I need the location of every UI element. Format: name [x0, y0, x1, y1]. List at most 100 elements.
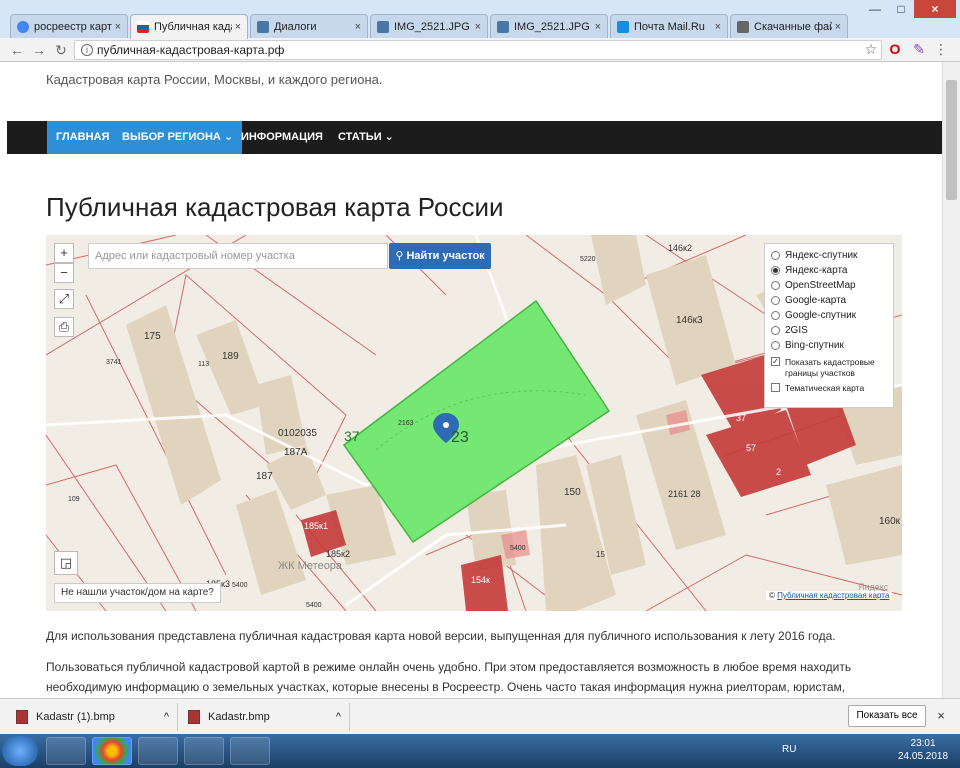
back-button[interactable]: ←: [8, 41, 26, 59]
page-scrollbar[interactable]: [942, 62, 960, 698]
svg-text:5400: 5400: [232, 582, 248, 589]
page-title: Публичная кадастровая карта России: [46, 192, 504, 222]
minimize-button[interactable]: —: [862, 0, 888, 18]
zoom-out-button[interactable]: −: [54, 263, 74, 283]
svg-text:150: 150: [564, 487, 581, 498]
layer-option[interactable]: Google-карта: [771, 293, 887, 308]
language-indicator[interactable]: RU: [782, 744, 796, 755]
nav-articles[interactable]: СТАТЬИ ⌄: [329, 121, 403, 154]
vk-icon: [257, 20, 269, 33]
tab-strip: росреестр карты × Публичная кадаст × Диа…: [0, 14, 860, 39]
svg-text:2161 28: 2161 28: [668, 489, 701, 499]
explorer-icon[interactable]: [46, 737, 86, 765]
svg-text:2163: 2163: [398, 420, 414, 427]
system-tray: RU 23:01 24.05.2018: [776, 734, 960, 768]
nav-home[interactable]: ГЛАВНАЯ: [47, 121, 119, 154]
show-borders-checkbox[interactable]: ✓ Показать кадастровые границы участков: [771, 357, 887, 379]
vk-icon: [497, 20, 509, 33]
close-icon[interactable]: ×: [595, 21, 601, 33]
chrome-icon[interactable]: [92, 737, 132, 765]
tab-dialogi[interactable]: Диалоги ×: [250, 14, 368, 38]
zoom-in-button[interactable]: +: [54, 243, 74, 263]
chevron-up-icon[interactable]: ^: [164, 711, 169, 723]
not-found-button[interactable]: Не нашли участок/дом на карте?: [54, 583, 221, 603]
body-paragraph: Пользоваться публичной кадастровой карто…: [46, 660, 852, 694]
radio-icon: [771, 311, 780, 320]
tab-rosreestr[interactable]: росреестр карты ×: [10, 14, 128, 38]
maximize-button[interactable]: □: [888, 0, 914, 18]
svg-text:109: 109: [68, 496, 80, 503]
svg-text:189: 189: [222, 351, 239, 362]
thematic-map-checkbox[interactable]: Тематическая карта: [771, 383, 887, 394]
scroll-thumb[interactable]: [946, 80, 957, 200]
close-window-button[interactable]: ×: [914, 0, 956, 18]
bmp-file-icon: [188, 710, 200, 724]
tab-mail[interactable]: Почта Mail.Ru ×: [610, 14, 728, 38]
svg-text:2: 2: [776, 467, 781, 477]
svg-text:185к2: 185к2: [326, 549, 350, 559]
tab-img1[interactable]: IMG_2521.JPG ×: [370, 14, 488, 38]
tab-downloads[interactable]: Скачанные файлы ×: [730, 14, 848, 38]
layer-option[interactable]: Bing-спутник: [771, 338, 887, 353]
print-icon[interactable]: ⎙: [54, 317, 74, 337]
calculator-icon[interactable]: [138, 737, 178, 765]
paint-icon[interactable]: [184, 737, 224, 765]
svg-text:57: 57: [746, 443, 756, 453]
layer-option[interactable]: Google-спутник: [771, 308, 887, 323]
menu-icon[interactable]: ⋮: [932, 40, 950, 58]
radio-icon: [771, 251, 780, 260]
svg-text:187А: 187А: [284, 447, 308, 458]
radio-icon: [771, 326, 780, 335]
layer-option[interactable]: Яндекс-карта: [771, 263, 887, 278]
svg-text:175: 175: [144, 331, 161, 342]
svg-text:0102035: 0102035: [278, 428, 317, 439]
nav-region[interactable]: ВЫБОР РЕГИОНА ⌄: [113, 121, 243, 154]
ruler-icon[interactable]: ◲: [54, 551, 78, 575]
search-icon: ⚲: [395, 250, 407, 262]
close-icon[interactable]: ×: [715, 21, 721, 33]
tab-kadastr[interactable]: Публичная кадаст ×: [130, 14, 248, 39]
chevron-up-icon[interactable]: ^: [336, 711, 341, 723]
reload-button[interactable]: ↻: [52, 41, 70, 59]
svg-text:5400: 5400: [306, 602, 322, 609]
close-icon[interactable]: ×: [835, 21, 841, 33]
close-icon[interactable]: ×: [235, 21, 241, 33]
tab-img2[interactable]: IMG_2521.JPG ×: [490, 14, 608, 38]
clock[interactable]: 23:01 24.05.2018: [898, 737, 948, 763]
radio-icon: [771, 341, 780, 350]
vk-icon: [377, 20, 389, 33]
svg-text:3741: 3741: [106, 359, 122, 366]
russia-flag-icon: [137, 21, 149, 33]
layer-option[interactable]: Яндекс-спутник: [771, 248, 887, 263]
url-field[interactable]: i публичная-кадастровая-карта.рф: [74, 40, 882, 60]
download-item[interactable]: Kadastr (1).bmp ^: [8, 703, 178, 731]
checkbox-icon: [771, 383, 780, 392]
layer-option[interactable]: 2GIS: [771, 323, 887, 338]
svg-text:ЖК Метеора: ЖК Метеора: [278, 560, 343, 572]
svg-text:154к: 154к: [471, 575, 490, 585]
nav-info[interactable]: ИНФОРМАЦИЯ: [232, 121, 332, 154]
info-icon[interactable]: i: [81, 44, 93, 56]
fullscreen-icon[interactable]: ⤢: [54, 289, 74, 309]
site-subtitle: Кадастровая карта России, Москвы, и кажд…: [46, 72, 383, 87]
show-all-button[interactable]: Показать все: [848, 705, 926, 727]
cadastral-map[interactable]: 175 189 113 3741 5220 146к2 146к3 010203…: [46, 235, 902, 611]
find-parcel-button[interactable]: ⚲ Найти участок: [389, 243, 491, 269]
download-item[interactable]: Kadastr.bmp ^: [180, 703, 350, 731]
close-downloads-icon[interactable]: ×: [933, 705, 949, 727]
layer-option[interactable]: OpenStreetMap: [771, 278, 887, 293]
close-icon[interactable]: ×: [355, 21, 361, 33]
search-input[interactable]: Адрес или кадастровый номер участка: [88, 243, 388, 269]
svg-text:146к2: 146к2: [668, 243, 692, 253]
close-icon[interactable]: ×: [115, 21, 121, 33]
forward-button[interactable]: →: [30, 41, 48, 59]
attribution-link[interactable]: Публичная кадастровая карта: [777, 591, 889, 600]
close-icon[interactable]: ×: [475, 21, 481, 33]
pen-extension-icon[interactable]: ✎: [910, 40, 928, 58]
bookmark-star-icon[interactable]: ☆: [862, 40, 880, 58]
svg-text:187: 187: [256, 471, 273, 482]
extension-icon[interactable]: O: [886, 40, 904, 58]
start-button[interactable]: [2, 736, 38, 766]
svg-text:113: 113: [198, 361, 209, 368]
window-icon[interactable]: [230, 737, 270, 765]
